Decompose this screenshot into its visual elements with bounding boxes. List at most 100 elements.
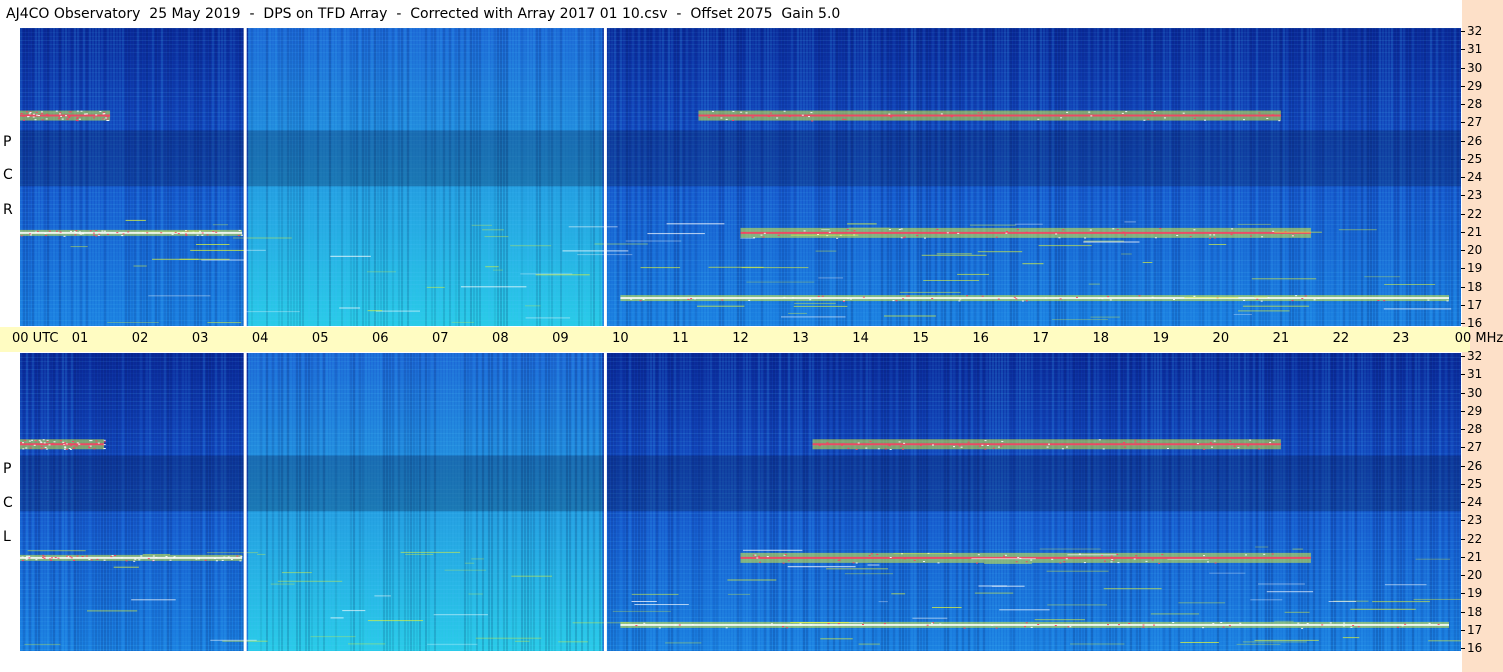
weak-emission bbox=[1088, 283, 1100, 285]
emission-spark bbox=[1005, 232, 1008, 234]
emission-spark bbox=[97, 442, 100, 444]
emission-spark bbox=[1329, 622, 1332, 624]
emission-spark bbox=[25, 111, 28, 113]
emission-spark bbox=[1209, 234, 1212, 236]
emission-spark bbox=[997, 446, 1000, 448]
noise-row bbox=[20, 377, 1461, 378]
emission-spark bbox=[78, 443, 81, 445]
emission-spark bbox=[743, 232, 745, 234]
emission-spark bbox=[1281, 232, 1284, 234]
noise-row bbox=[20, 44, 1461, 45]
data-gap bbox=[243, 28, 247, 326]
frequency-tick-mark bbox=[1461, 140, 1465, 142]
emission-spark bbox=[1243, 299, 1246, 301]
emission-spark bbox=[111, 555, 114, 557]
emission-spark bbox=[1213, 237, 1216, 239]
emission-spark bbox=[27, 116, 29, 118]
emission-spark bbox=[1383, 300, 1386, 302]
weak-emission bbox=[625, 240, 682, 242]
noise-row bbox=[20, 537, 1461, 538]
weak-emission bbox=[921, 254, 987, 256]
weak-emission bbox=[1372, 601, 1430, 603]
emission-spark bbox=[1263, 553, 1266, 555]
emission-spark bbox=[28, 557, 31, 559]
noise-row bbox=[20, 421, 1461, 422]
emission-spark bbox=[98, 233, 101, 235]
emission-core bbox=[20, 556, 243, 559]
emission-spark bbox=[992, 447, 995, 449]
emission-spark bbox=[97, 234, 100, 236]
noise-row bbox=[20, 196, 1461, 197]
emission-spark bbox=[939, 623, 942, 625]
emission-spark bbox=[1151, 296, 1154, 298]
emission-spark bbox=[981, 295, 984, 297]
weak-emission bbox=[468, 593, 483, 595]
weak-emission bbox=[974, 592, 1014, 594]
emission-spark bbox=[99, 111, 102, 112]
emission-spark bbox=[1098, 297, 1100, 299]
emission-spark bbox=[1013, 296, 1016, 298]
emission-spark bbox=[214, 557, 216, 559]
emission-spark bbox=[127, 231, 130, 233]
emission-spark bbox=[870, 553, 873, 555]
emission-spark bbox=[42, 554, 45, 556]
weak-emission bbox=[1266, 591, 1314, 593]
emission-spark bbox=[70, 230, 72, 232]
emission-spark bbox=[29, 447, 32, 449]
emission-spark bbox=[69, 556, 72, 558]
noise-row bbox=[20, 100, 1461, 101]
weak-emission bbox=[826, 568, 889, 570]
time-tick-label: 15 bbox=[912, 331, 929, 346]
emission-core bbox=[620, 623, 1449, 626]
emission-spark bbox=[1030, 626, 1033, 628]
frequency-tick-mark bbox=[1461, 520, 1465, 522]
frequency-tick-mark bbox=[1461, 502, 1465, 503]
emission-spark bbox=[782, 626, 784, 627]
emission-spark bbox=[946, 232, 949, 234]
emission-spark bbox=[1247, 445, 1250, 447]
emission-spark bbox=[1142, 624, 1145, 626]
weak-emission bbox=[1383, 308, 1452, 310]
frequency-tick-mark bbox=[1461, 177, 1465, 178]
spectrogram-rcp bbox=[20, 28, 1461, 326]
weak-emission bbox=[781, 316, 846, 318]
emission-spark bbox=[76, 442, 79, 444]
noise-row bbox=[20, 308, 1461, 309]
emission-spark bbox=[68, 111, 71, 113]
emission-spark bbox=[1167, 448, 1169, 449]
frequency-tick-mark bbox=[1461, 250, 1465, 251]
emission-spark bbox=[1116, 229, 1119, 231]
noise-row bbox=[20, 84, 1461, 85]
emission-spark bbox=[46, 113, 49, 115]
emission-spark bbox=[1059, 562, 1062, 564]
emission-spark bbox=[760, 234, 763, 236]
weak-emission bbox=[525, 317, 571, 319]
weak-emission bbox=[184, 230, 221, 232]
emission-spark bbox=[810, 112, 813, 114]
emission-spark bbox=[67, 118, 70, 120]
emission-spark bbox=[173, 557, 176, 559]
emission-spark bbox=[20, 113, 23, 114]
emission-spark bbox=[78, 118, 81, 120]
time-tick-label: 07 bbox=[432, 331, 449, 346]
emission-spark bbox=[103, 559, 106, 561]
emission-spark bbox=[1271, 114, 1274, 116]
frequency-tick-mark bbox=[1461, 356, 1465, 357]
emission-spark bbox=[1107, 296, 1110, 298]
weak-emission bbox=[514, 640, 530, 642]
emission-spark bbox=[70, 557, 73, 559]
noise-row bbox=[20, 128, 1461, 129]
emission-spark bbox=[78, 231, 81, 233]
weak-emission bbox=[1039, 548, 1101, 550]
emission-spark bbox=[1269, 442, 1272, 444]
emission-spark bbox=[957, 232, 960, 234]
emission-spark bbox=[691, 624, 694, 626]
emission-spark bbox=[1317, 297, 1320, 299]
spectrogram-lcp bbox=[20, 353, 1461, 651]
emission-spark bbox=[1272, 439, 1275, 441]
weak-emission bbox=[821, 229, 830, 231]
emission-spark bbox=[758, 555, 760, 557]
weak-emission bbox=[1121, 253, 1132, 255]
emission-spark bbox=[902, 298, 905, 300]
weak-emission bbox=[1178, 602, 1226, 604]
